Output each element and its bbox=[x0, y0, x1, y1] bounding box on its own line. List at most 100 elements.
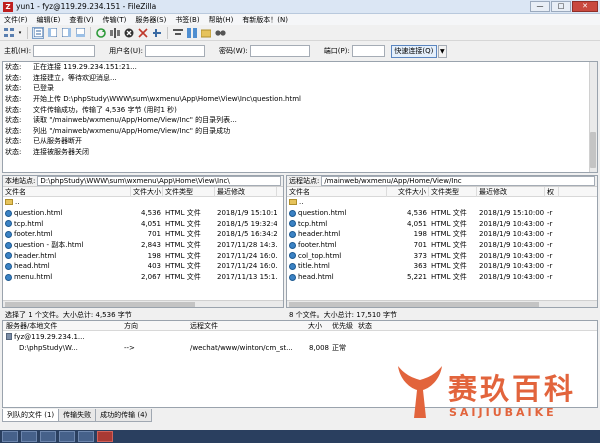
toggle-local-tree-icon[interactable] bbox=[46, 27, 58, 39]
col-priority[interactable]: 优先级 bbox=[329, 321, 355, 331]
taskbar-app-icon[interactable] bbox=[59, 431, 75, 442]
toggle-remote-tree-icon[interactable] bbox=[60, 27, 72, 39]
col-filename[interactable]: 文件名 bbox=[287, 186, 387, 197]
menu-help[interactable]: 帮助(H) bbox=[209, 15, 234, 25]
remote-file-row[interactable]: tcp.html 4,051 HTML 文件 2018/1/9 10:43:00… bbox=[287, 218, 597, 229]
log-row: 状态: 正在连接 119.29.234.151:21... bbox=[5, 63, 137, 72]
local-file-row[interactable]: question.html 4,536 HTML 文件 2018/1/9 15:… bbox=[3, 208, 283, 219]
html-file-icon bbox=[5, 209, 12, 217]
synchronized-browsing-icon[interactable] bbox=[200, 27, 212, 39]
server-icon bbox=[6, 333, 12, 340]
remote-file-row[interactable]: .. bbox=[287, 197, 597, 208]
close-button[interactable]: ✕ bbox=[572, 1, 598, 12]
local-file-row[interactable]: footer.html 701 HTML 文件 2018/1/5 16:34:2… bbox=[3, 229, 283, 240]
remote-file-row[interactable]: question.html 4,536 HTML 文件 2018/1/9 15:… bbox=[287, 208, 597, 219]
local-path-input[interactable]: D:\phpStudy\WWW\sum\wxmenu\App\Home\View… bbox=[37, 176, 281, 186]
remote-file-row[interactable]: title.html 363 HTML 文件 2018/1/9 10:43:00… bbox=[287, 261, 597, 272]
col-permissions[interactable]: 权 bbox=[545, 186, 559, 197]
taskbar-app-icon[interactable] bbox=[78, 431, 94, 442]
toggle-queue-icon[interactable] bbox=[74, 27, 86, 39]
window-title: yun1 - fyz@119.29.234.151 - FileZilla bbox=[16, 2, 157, 11]
local-path-bar: 本地站点: D:\phpStudy\WWW\sum\wxmenu\App\Hom… bbox=[3, 176, 283, 187]
quickconnect-button[interactable]: 快速连接(Q) bbox=[390, 44, 437, 58]
col-status[interactable]: 状态 bbox=[355, 321, 395, 331]
directory-comparison-icon[interactable] bbox=[186, 27, 198, 39]
remote-status-text: 8 个文件。大小总计: 17,510 字节 bbox=[289, 310, 397, 319]
queue-item-row[interactable]: D:\phpStudy\W... --> /wechat/www/winton/… bbox=[3, 342, 597, 353]
log-row: 状态: 已从服务器断开 bbox=[5, 137, 82, 146]
remote-path-input[interactable]: /mainweb/wxmenu/App/Home/View/Inc bbox=[321, 176, 595, 186]
menu-server[interactable]: 服务器(S) bbox=[135, 15, 166, 25]
message-log[interactable]: 状态: 正在连接 119.29.234.151:21... 状态: 连接建立，等待欢… bbox=[2, 61, 598, 173]
host-label: 主机(H): bbox=[4, 47, 32, 55]
remote-file-row[interactable]: col_top.html 373 HTML 文件 2018/1/9 10:43:… bbox=[287, 250, 597, 261]
col-remote-file[interactable]: 远程文件 bbox=[187, 321, 305, 331]
menu-file[interactable]: 文件(F) bbox=[4, 15, 28, 25]
minimize-button[interactable]: — bbox=[530, 1, 550, 12]
log-row: 状态: 连接被服务器关闭 bbox=[5, 148, 89, 157]
password-input[interactable] bbox=[249, 45, 310, 57]
remote-file-row[interactable]: header.html 198 HTML 文件 2018/1/9 10:43:0… bbox=[287, 229, 597, 240]
tab-failed-transfers[interactable]: 传输失败 bbox=[58, 409, 97, 422]
quickconnect-history-dropdown[interactable]: ▼ bbox=[437, 44, 447, 58]
username-label: 用户名(U): bbox=[109, 47, 144, 55]
local-horizontal-scrollbar[interactable] bbox=[3, 300, 283, 307]
taskbar-app-icon[interactable] bbox=[2, 431, 18, 442]
col-filename[interactable]: 文件名 bbox=[3, 186, 131, 197]
html-file-icon bbox=[5, 230, 12, 238]
search-remote-files-icon[interactable] bbox=[214, 27, 226, 39]
col-filetype[interactable]: 文件类型 bbox=[429, 186, 477, 197]
refresh-icon[interactable] bbox=[95, 27, 107, 39]
col-filesize[interactable]: 文件大小 bbox=[131, 186, 163, 197]
log-scrollbar-thumb[interactable] bbox=[590, 132, 596, 168]
menu-bookmarks[interactable]: 书签(B) bbox=[175, 15, 199, 25]
remote-horizontal-scrollbar[interactable] bbox=[287, 300, 597, 307]
log-scrollbar[interactable] bbox=[589, 62, 597, 172]
cancel-operation-icon[interactable] bbox=[123, 27, 135, 39]
menu-new-version[interactable]: 有新版本！(N) bbox=[242, 15, 288, 25]
reconnect-icon[interactable] bbox=[151, 27, 163, 39]
menu-edit[interactable]: 编辑(E) bbox=[37, 15, 61, 25]
local-file-row[interactable]: .. bbox=[3, 197, 283, 208]
taskbar-app-icon[interactable] bbox=[21, 431, 37, 442]
html-file-icon bbox=[289, 220, 296, 228]
username-input[interactable] bbox=[145, 45, 206, 57]
site-manager-icon[interactable] bbox=[3, 27, 15, 39]
tab-successful-transfers[interactable]: 成功的传输 (4) bbox=[95, 409, 153, 422]
local-file-row[interactable]: head.html 403 HTML 文件 2017/11/24 16:0... bbox=[3, 261, 283, 272]
col-filesize[interactable]: 文件大小 bbox=[387, 186, 429, 197]
col-filetype[interactable]: 文件类型 bbox=[163, 186, 215, 197]
toolbar-separator bbox=[90, 26, 91, 39]
taskbar-app-icon[interactable] bbox=[40, 431, 56, 442]
disconnect-icon[interactable] bbox=[137, 27, 149, 39]
menu-view[interactable]: 查看(V) bbox=[69, 15, 93, 25]
watermark-chinese-text: 赛玖百科 bbox=[448, 372, 577, 406]
remote-file-row[interactable]: footer.html 701 HTML 文件 2018/1/9 10:43:0… bbox=[287, 240, 597, 251]
dropdown-arrow-icon[interactable]: ▾ bbox=[17, 27, 23, 39]
local-file-row[interactable]: question - 副本.html 2,843 HTML 文件 2017/11… bbox=[3, 240, 283, 251]
remote-scrollbar-thumb[interactable] bbox=[289, 302, 539, 307]
col-modified[interactable]: 最近修改 bbox=[215, 186, 277, 197]
queue-tabs: 列队的文件 (1) 传输失败 成功的传输 (4) bbox=[2, 409, 153, 422]
host-input[interactable] bbox=[33, 45, 96, 57]
menu-transfer[interactable]: 传输(T) bbox=[103, 15, 127, 25]
col-modified[interactable]: 最近修改 bbox=[477, 186, 545, 197]
filezilla-app-icon: Z bbox=[3, 2, 13, 12]
process-queue-icon[interactable] bbox=[109, 27, 121, 39]
toggle-log-icon[interactable] bbox=[32, 26, 44, 39]
col-size[interactable]: 大小 bbox=[305, 321, 329, 331]
col-direction[interactable]: 方向 bbox=[121, 321, 187, 331]
tab-queued-files[interactable]: 列队的文件 (1) bbox=[2, 409, 60, 422]
taskbar-filezilla-icon[interactable] bbox=[97, 431, 113, 442]
col-server-local-file[interactable]: 服务器/本地文件 bbox=[3, 321, 121, 331]
remote-file-row[interactable]: head.html 5,221 HTML 文件 2018/1/9 10:43:0… bbox=[287, 272, 597, 283]
directory-listing-filters-icon[interactable] bbox=[172, 27, 184, 39]
local-scrollbar-thumb[interactable] bbox=[5, 302, 195, 307]
port-input[interactable] bbox=[351, 45, 385, 57]
queue-server-row[interactable]: fyz@119.29.234.1... bbox=[3, 331, 597, 342]
local-file-row[interactable]: tcp.html 4,051 HTML 文件 2018/1/5 19:32:48 bbox=[3, 218, 283, 229]
local-file-row[interactable]: header.html 198 HTML 文件 2017/11/24 16:0.… bbox=[3, 250, 283, 261]
local-file-row[interactable]: menu.html 2,067 HTML 文件 2017/11/13 15:1.… bbox=[3, 272, 283, 283]
maximize-button[interactable]: □ bbox=[551, 1, 571, 12]
folder-up-icon bbox=[5, 199, 13, 206]
